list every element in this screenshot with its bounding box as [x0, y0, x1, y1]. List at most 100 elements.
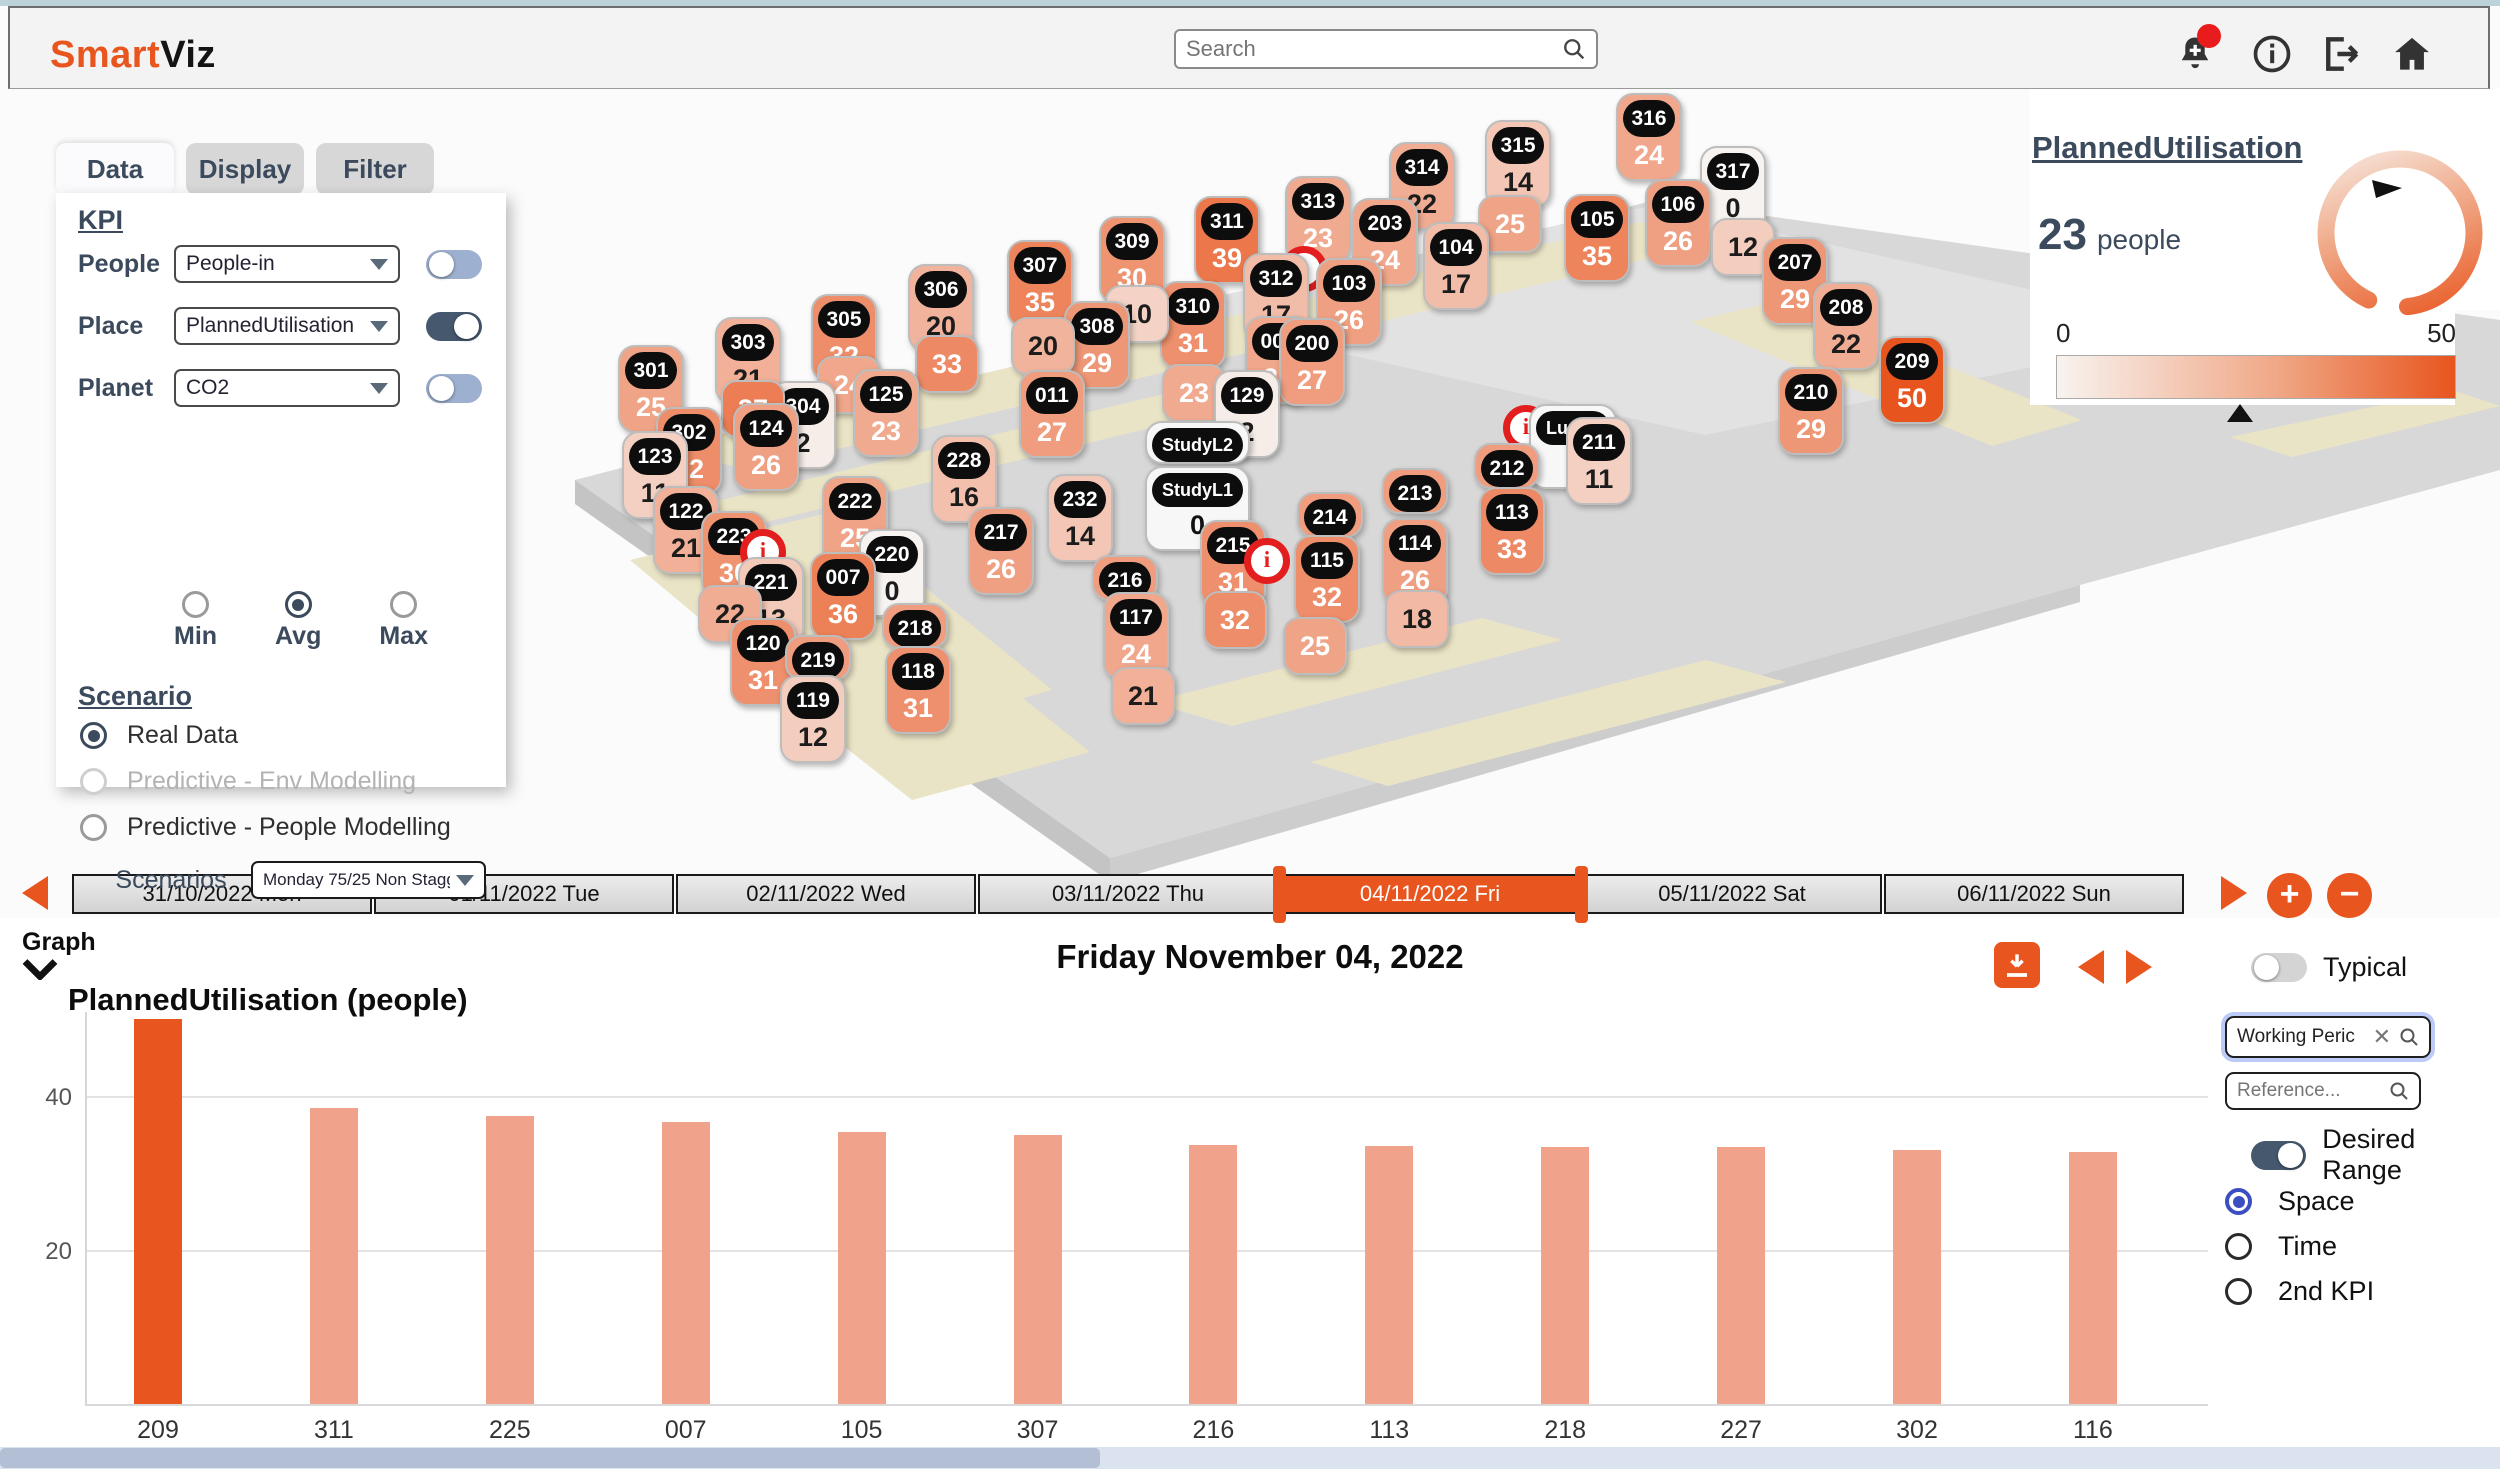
room-marker-209[interactable]: 20950 [1879, 336, 1945, 424]
room-id: 305 [818, 301, 870, 338]
room-value-pill[interactable]: 18 [1385, 590, 1449, 648]
reference-input[interactable] [2235, 1079, 2387, 1103]
timeline-day-7[interactable]: 06/11/2022 Sun [1884, 874, 2184, 914]
room-marker-124[interactable]: 12426 [733, 403, 799, 491]
room-marker-307[interactable]: 30735 [1007, 240, 1073, 328]
room-marker-125[interactable]: 12523 [853, 369, 919, 457]
room-marker-118[interactable]: 11831 [885, 646, 951, 734]
tab-filter[interactable]: Filter [316, 143, 434, 195]
search-icon[interactable] [2397, 1025, 2421, 1049]
working-period-field[interactable]: ✕ [2225, 1016, 2431, 1058]
timeline-play-icon[interactable] [2221, 876, 2247, 910]
room-value-pill[interactable]: 21 [1111, 667, 1175, 725]
radio-max[interactable] [390, 591, 417, 618]
reference-field[interactable] [2225, 1072, 2421, 1110]
room-marker-210[interactable]: 21029 [1778, 367, 1844, 455]
radio-space[interactable] [2225, 1188, 2252, 1215]
room-id: 207 [1769, 244, 1821, 281]
collapse-graph-icon[interactable] [22, 958, 58, 985]
desired-range-toggle[interactable] [2251, 1141, 2306, 1170]
room-marker-218[interactable]: 218 [882, 603, 948, 649]
add-day-button[interactable]: + [2267, 873, 2312, 918]
panel-tabbar: DataDisplayFilter [56, 143, 434, 195]
search-icon[interactable] [2387, 1079, 2411, 1103]
room-id: 120 [737, 625, 789, 662]
room-id: 228 [938, 442, 990, 479]
scenarios-select[interactable]: Monday 75/25 Non Stagge [251, 861, 486, 899]
bar-105[interactable] [838, 1132, 886, 1404]
timeline-day-6[interactable]: 05/11/2022 Sat [1582, 874, 1882, 914]
bar-209[interactable] [134, 1019, 182, 1404]
room-id: 007 [817, 559, 869, 596]
radio-min[interactable] [182, 591, 209, 618]
room-marker-212[interactable]: 212 [1474, 443, 1540, 489]
room-marker-104[interactable]: 10417 [1423, 222, 1489, 310]
kpi-toggle-place[interactable] [426, 312, 482, 341]
room-marker-StudyL2[interactable]: StudyL2 [1145, 421, 1250, 464]
kpi-toggle-people[interactable] [426, 250, 482, 279]
room-marker-200[interactable]: 20027 [1279, 318, 1345, 406]
bar-227[interactable] [1717, 1147, 1765, 1404]
clear-icon[interactable]: ✕ [2373, 1024, 2391, 1050]
room-value-pill[interactable]: 20 [1011, 317, 1075, 375]
download-button[interactable] [1994, 942, 2040, 988]
kpi-select-place[interactable]: PlannedUtilisation [174, 307, 400, 345]
room-marker-217[interactable]: 21726 [968, 507, 1034, 595]
bar-113[interactable] [1365, 1146, 1413, 1404]
room-marker-119[interactable]: 11912 [780, 675, 846, 763]
kpi-toggle-planet[interactable] [426, 374, 482, 403]
room-value-pill[interactable]: 32 [1203, 591, 1267, 649]
kpi-select-planet[interactable]: CO2 [174, 369, 400, 407]
remove-day-button[interactable]: − [2327, 873, 2372, 918]
room-marker-316[interactable]: 31624 [1616, 93, 1682, 181]
timeline-day-3[interactable]: 02/11/2022 Wed [676, 874, 976, 914]
room-marker-211[interactable]: 21111 [1566, 417, 1632, 505]
tab-display[interactable]: Display [186, 143, 304, 195]
room-marker-011[interactable]: 01127 [1019, 370, 1085, 458]
room-marker-105[interactable]: 10535 [1564, 194, 1630, 282]
bar-225[interactable] [486, 1116, 534, 1404]
radio-scenario[interactable] [80, 768, 107, 795]
room-value-pill[interactable]: 25 [1283, 617, 1347, 675]
scale-marker[interactable] [2227, 404, 2253, 422]
next-day-icon[interactable] [2126, 950, 2152, 984]
room-marker-208[interactable]: 20822 [1813, 282, 1879, 370]
room-marker-214[interactable]: 214 [1297, 492, 1363, 538]
scenarios-row: Scenarios Monday 75/25 Non Stagge [56, 861, 506, 899]
room-marker-007[interactable]: 00736 [810, 552, 876, 640]
timeline-day-5[interactable]: 04/11/2022 Fri [1280, 874, 1580, 914]
room-marker-113[interactable]: 11333 [1479, 487, 1545, 575]
bar-311[interactable] [310, 1108, 358, 1404]
gauge-title[interactable]: PlannedUtilisation [2032, 130, 2302, 166]
radio-2nd-kpi[interactable] [2225, 1278, 2252, 1305]
radio-scenario[interactable] [80, 814, 107, 841]
radio-scenario[interactable] [80, 722, 107, 749]
range-handle-left[interactable] [1273, 866, 1286, 923]
scrollbar-thumb[interactable] [0, 1448, 1100, 1468]
alert-icon[interactable]: i [1244, 538, 1290, 584]
room-marker-232[interactable]: 23214 [1047, 474, 1113, 562]
kpi-select-people[interactable]: People-in [174, 245, 400, 283]
timeline-day-4[interactable]: 03/11/2022 Thu [978, 874, 1278, 914]
bar-116[interactable] [2069, 1152, 2117, 1404]
range-handle-right[interactable] [1575, 866, 1588, 923]
tab-data[interactable]: Data [56, 143, 174, 195]
bar-302[interactable] [1893, 1150, 1941, 1404]
room-value-pill[interactable]: 33 [915, 335, 979, 393]
room-marker-213[interactable]: 213 [1382, 468, 1448, 514]
timeline-back-icon[interactable] [22, 876, 48, 910]
working-period-input[interactable] [2235, 1025, 2373, 1049]
prev-day-icon[interactable] [2078, 950, 2104, 984]
ytick-label: 40 [26, 1084, 72, 1112]
room-marker-106[interactable]: 10626 [1645, 179, 1711, 267]
room-marker-310[interactable]: 31031 [1160, 281, 1226, 369]
bar-218[interactable] [1541, 1147, 1589, 1404]
bar-307[interactable] [1014, 1135, 1062, 1404]
room-marker-115[interactable]: 11532 [1294, 535, 1360, 623]
radio-time[interactable] [2225, 1233, 2252, 1260]
bar-216[interactable] [1189, 1145, 1237, 1404]
bar-007[interactable] [662, 1122, 710, 1404]
radio-avg[interactable] [285, 591, 312, 618]
typical-toggle[interactable] [2251, 953, 2307, 982]
room-id: 129 [1221, 377, 1273, 414]
